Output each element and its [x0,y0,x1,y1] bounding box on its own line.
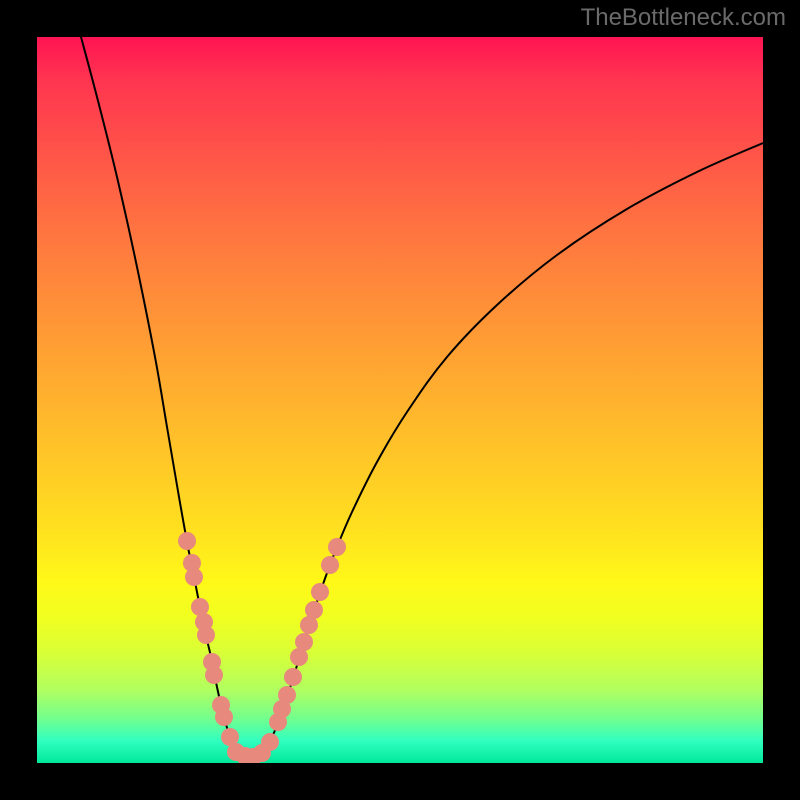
data-marker [178,532,196,550]
data-markers [178,532,346,763]
data-marker [311,583,329,601]
data-marker [205,666,223,684]
data-marker [185,568,203,586]
data-marker [278,686,296,704]
chart-container: TheBottleneck.com [0,0,800,800]
data-marker [305,601,323,619]
plot-area [37,37,763,763]
data-marker [295,633,313,651]
chart-svg [37,37,763,763]
data-marker [321,556,339,574]
data-marker [261,733,279,751]
data-marker [197,626,215,644]
data-marker [215,708,233,726]
watermark-text: TheBottleneck.com [581,4,786,32]
data-marker [284,668,302,686]
bottleneck-curve [81,37,763,757]
data-marker [328,538,346,556]
